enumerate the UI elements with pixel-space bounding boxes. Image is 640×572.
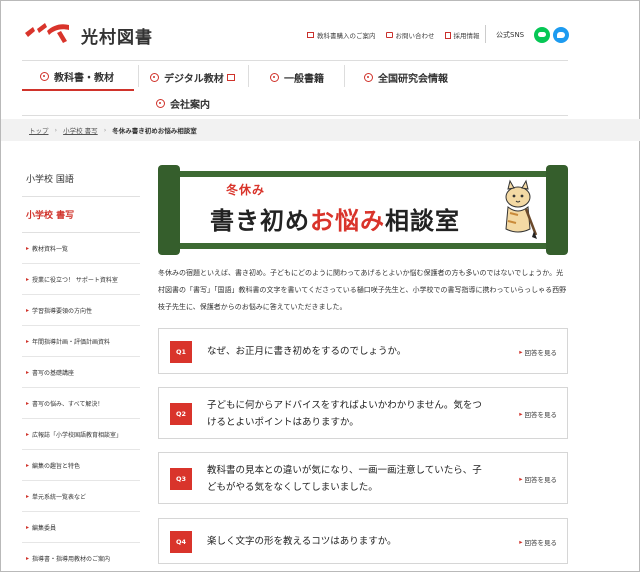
- question-text: 子どもに何からアドバイスをすればよいかわかりません。気をつけるとよいポイントはあ…: [207, 400, 482, 428]
- gnav-label: 一般書籍: [284, 73, 324, 85]
- cat-calligraphy-illustration-icon: [505, 179, 538, 239]
- scroll-rod-left: [158, 165, 180, 255]
- sidebar-heading-kokugo[interactable]: 小学校 国語: [22, 161, 140, 197]
- nav-divider: [138, 65, 139, 87]
- page-frame: 光村図書 教科書購入のご案内 お問い合わせ 採用情報 公式SNS 教科書・教材: [0, 0, 640, 572]
- question-text: 教科書の見本との違いが気になり、一画一画注意していたら、子どもがやる気をなくして…: [207, 465, 482, 493]
- banner-title-part: 書き初め: [210, 207, 310, 235]
- sidebar-item[interactable]: 編集の趣旨と特色: [22, 450, 140, 481]
- document-icon: [444, 31, 451, 39]
- circle-dot-icon: [150, 72, 159, 82]
- sidebar: 小学校 国語 小学校 書写 教材資料一覧 授業に役立つ！ サポート資料室 学習指…: [22, 161, 140, 572]
- header-divider: [485, 25, 486, 43]
- banner-title-part: お悩み: [310, 207, 385, 235]
- nav-divider: [248, 65, 249, 87]
- sidebar-item[interactable]: 書写の基礎講座: [22, 357, 140, 388]
- site-header: 光村図書 教科書購入のご案内 お問い合わせ 採用情報 公式SNS: [1, 1, 640, 59]
- util-link-label: 採用情報: [453, 32, 480, 40]
- breadcrumb-link-shosha[interactable]: 小学校 書写: [63, 125, 98, 135]
- twitter-icon[interactable]: [553, 27, 569, 43]
- question-badge: Q4: [170, 531, 192, 553]
- view-answer-link[interactable]: 回答を見る: [519, 409, 558, 419]
- qa-item-q3[interactable]: Q3 教科書の見本との違いが気になり、一画一画注意していたら、子どもがやる気をな…: [158, 452, 568, 504]
- gnav-label: 会社案内: [170, 99, 210, 111]
- gnav-label: 教科書・教材: [54, 72, 114, 84]
- util-link-contact[interactable]: お問い合わせ: [385, 30, 435, 40]
- qa-item-q4[interactable]: Q4 楽しく文字の形を教えるコツはありますか。 回答を見る: [158, 518, 568, 564]
- breadcrumb-separator: ›: [103, 126, 107, 134]
- gnav-item-digital[interactable]: デジタル教材: [150, 63, 235, 91]
- gnav-item-books[interactable]: 一般書籍: [270, 63, 324, 91]
- util-link-purchase[interactable]: 教科書購入のご案内: [307, 30, 376, 40]
- question-badge: Q1: [170, 341, 192, 363]
- question-text: なぜ、お正月に書き初めをするのでしょうか。: [207, 346, 407, 357]
- banner-title: 書き初めお悩み相談室: [210, 201, 460, 236]
- nav-divider: [344, 65, 345, 87]
- util-link-recruit[interactable]: 採用情報: [444, 30, 480, 40]
- line-icon[interactable]: [534, 27, 550, 43]
- gnav-item-textbooks[interactable]: 教科書・教材: [22, 63, 134, 91]
- sidebar-item[interactable]: 学習指導要領の方向性: [22, 295, 140, 326]
- gnav-label: 全国研究会情報: [378, 73, 448, 85]
- circle-dot-icon: [40, 71, 49, 81]
- circle-dot-icon: [364, 72, 373, 82]
- sns-label: 公式SNS: [496, 31, 525, 39]
- breadcrumb: トップ › 小学校 書写 › 冬休み書き初めお悩み相談室: [1, 119, 640, 141]
- sidebar-item[interactable]: 教材資料一覧: [22, 233, 140, 264]
- qa-item-q1[interactable]: Q1 なぜ、お正月に書き初めをするのでしょうか。 回答を見る: [158, 328, 568, 374]
- question-badge: Q3: [170, 468, 192, 490]
- external-link-icon: [226, 73, 235, 81]
- sidebar-heading-shosha[interactable]: 小学校 書写: [22, 197, 140, 233]
- banner-subtitle: 冬休み: [226, 183, 266, 197]
- view-answer-link[interactable]: 回答を見る: [519, 537, 558, 547]
- intro-paragraph: 冬休みの宿題といえば、書き初め。子どもにどのように関わってあげるとよいか悩む保護…: [158, 269, 567, 311]
- gnav-item-company[interactable]: 会社案内: [156, 89, 210, 117]
- sidebar-item[interactable]: 単元系統一覧表など: [22, 481, 140, 512]
- question-badge: Q2: [170, 403, 192, 425]
- sidebar-item[interactable]: 指導書・指導用教材のご案内: [22, 543, 140, 572]
- question-text: 楽しく文字の形を教えるコツはありますか。: [207, 536, 397, 547]
- qa-item-q2[interactable]: Q2 子どもに何からアドバイスをすればよいかわかりません。気をつけるとよいポイン…: [158, 387, 568, 439]
- scroll-rod-right: [546, 165, 568, 255]
- sidebar-item[interactable]: 広報誌「小学校国語教育相談室」: [22, 419, 140, 450]
- company-name[interactable]: 光村図書: [81, 23, 153, 48]
- banner-title-part: 相談室: [385, 207, 460, 235]
- util-link-label: お問い合わせ: [395, 32, 435, 40]
- circle-dot-icon: [270, 72, 279, 82]
- scroll-paper: 冬休み 書き初めお悩み相談室: [180, 177, 546, 243]
- view-answer-link[interactable]: 回答を見る: [519, 347, 558, 357]
- utility-links: 教科書購入のご案内 お問い合わせ 採用情報: [307, 30, 480, 40]
- mail-icon: [385, 32, 393, 38]
- gnav-label: デジタル教材: [164, 73, 224, 85]
- hero-banner: 冬休み 書き初めお悩み相談室: [158, 165, 568, 255]
- breadcrumb-current: 冬休み書き初めお悩み相談室: [112, 127, 197, 135]
- sidebar-item[interactable]: 授業に役立つ！ サポート資料室: [22, 264, 140, 295]
- sidebar-item[interactable]: 書写の悩み、すべて解決！: [22, 388, 140, 419]
- sidebar-item[interactable]: 年間指導計画・評価計画資料: [22, 326, 140, 357]
- company-logo-icon[interactable]: [23, 19, 75, 45]
- view-answer-link[interactable]: 回答を見る: [519, 474, 558, 484]
- breadcrumb-link-top[interactable]: トップ: [29, 125, 49, 135]
- util-link-label: 教科書購入のご案内: [317, 32, 376, 40]
- scroll-frame: 冬休み 書き初めお悩み相談室: [170, 171, 556, 249]
- global-nav: 教科書・教材 デジタル教材 一般書籍 全国研究会情報 会社案内: [22, 60, 568, 116]
- circle-dot-icon: [156, 98, 165, 108]
- gnav-item-research[interactable]: 全国研究会情報: [364, 63, 448, 91]
- breadcrumb-separator: ›: [54, 126, 58, 134]
- sidebar-item[interactable]: 編集委員: [22, 512, 140, 543]
- cart-icon: [307, 32, 314, 38]
